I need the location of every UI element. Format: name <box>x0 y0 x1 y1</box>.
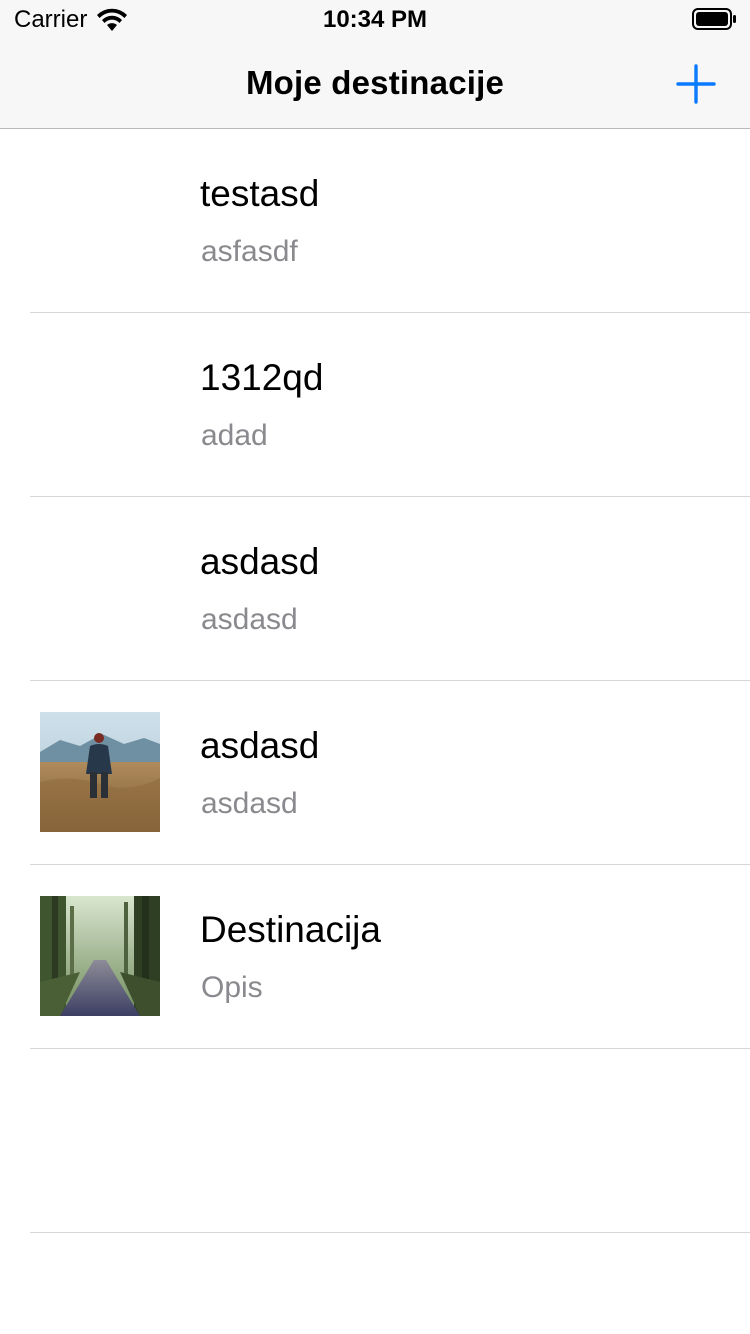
list-item[interactable]: Destinacija Opis <box>30 865 750 1049</box>
destination-description: Opis <box>201 971 263 1004</box>
page-title: Moje destinacije <box>245 64 505 101</box>
status-time: 10:34 PM <box>322 6 428 33</box>
destination-title: asdasd <box>200 541 320 582</box>
destination-thumbnail-forest-road <box>40 896 160 1016</box>
list-item[interactable]: 1312qd adad <box>30 313 750 497</box>
destination-description: asdasd <box>201 603 298 636</box>
empty-list-row <box>30 1049 750 1233</box>
destination-title: 1312qd <box>200 357 324 398</box>
navigation-bar: Moje destinacije <box>0 40 750 129</box>
add-destination-button[interactable] <box>676 64 716 104</box>
destination-list: testasd asfasdf 1312qd adad asdasd asdas… <box>0 129 750 1233</box>
battery-icon <box>692 8 736 30</box>
destination-description: asfasdf <box>201 235 298 268</box>
list-item[interactable]: asdasd asdasd <box>30 681 750 865</box>
list-item[interactable]: testasd asfasdf <box>30 129 750 313</box>
plus-icon <box>676 64 716 104</box>
destination-title: testasd <box>200 173 320 214</box>
destination-title: Destinacija <box>200 909 381 950</box>
destination-description: asdasd <box>201 787 298 820</box>
list-item[interactable]: asdasd asdasd <box>30 497 750 681</box>
status-bar: Carrier 10:34 PM <box>0 0 750 40</box>
destination-description: adad <box>201 419 268 452</box>
destination-title: asdasd <box>200 725 320 766</box>
destination-thumbnail-person-in-field <box>40 712 160 832</box>
